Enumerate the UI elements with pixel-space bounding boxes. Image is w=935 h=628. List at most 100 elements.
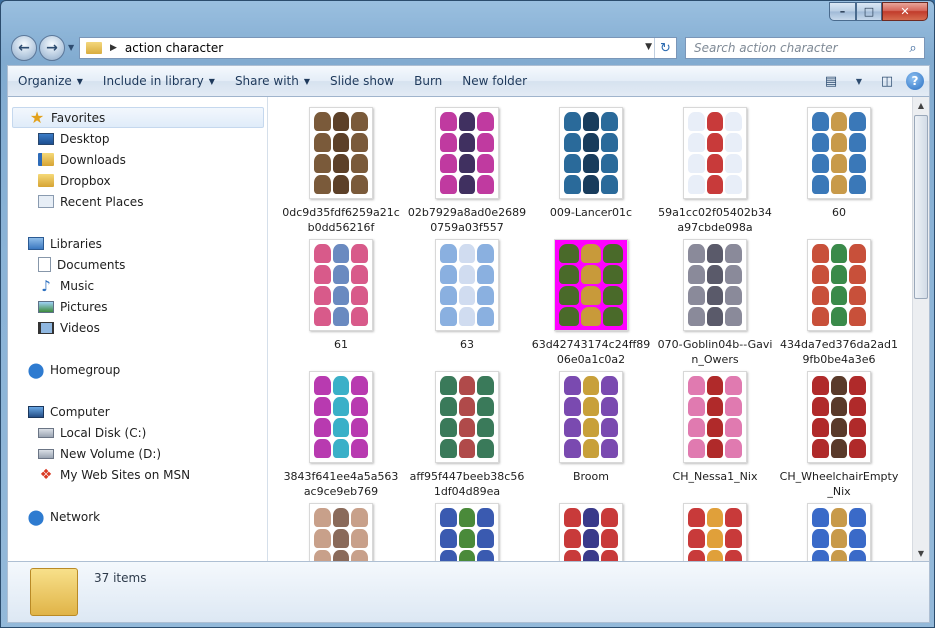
- nav-local-disk[interactable]: Local Disk (C:): [38, 422, 146, 443]
- nav-desktop[interactable]: Desktop: [38, 128, 110, 149]
- breadcrumb-separator-icon[interactable]: ▶: [110, 43, 117, 53]
- file-item[interactable]: [655, 503, 775, 561]
- sprite-figure: [582, 439, 600, 458]
- nav-new-volume[interactable]: New Volume (D:): [38, 443, 161, 464]
- sprite-figure: [351, 307, 368, 326]
- file-item[interactable]: 0dc9d35fdf6259a21cb0dd56216f: [281, 107, 401, 235]
- file-item[interactable]: Broom: [531, 371, 651, 484]
- sprite-figure: [458, 175, 476, 194]
- share-with-menu[interactable]: Share with ▼: [225, 74, 320, 88]
- nav-recent-places[interactable]: Recent Places: [38, 191, 143, 212]
- new-folder-button[interactable]: New folder: [452, 74, 537, 88]
- recent-pages-dropdown[interactable]: ▼: [68, 43, 74, 52]
- sprite-figure: [688, 376, 705, 395]
- nav-computer[interactable]: Computer: [28, 401, 110, 422]
- sprite-figure: [477, 307, 494, 326]
- sprite-figure: [688, 112, 705, 131]
- sprite-figure: [314, 397, 331, 416]
- nav-label: Dropbox: [60, 173, 111, 188]
- sprite-figure: [458, 244, 476, 263]
- refresh-icon[interactable]: ↻: [654, 38, 676, 58]
- sprite-figure: [458, 307, 476, 326]
- search-icon[interactable]: ⌕: [902, 41, 924, 56]
- scrollbar-thumb[interactable]: [914, 115, 928, 299]
- nav-videos[interactable]: Videos: [38, 317, 100, 338]
- nav-music[interactable]: ♪ Music: [38, 275, 94, 296]
- sprite-figure: [725, 286, 742, 305]
- sprite-figure: [477, 508, 494, 527]
- file-thumbnail: [435, 371, 499, 463]
- sprite-figure: [830, 376, 848, 395]
- sprite-figure: [849, 133, 866, 152]
- forward-button[interactable]: →: [39, 35, 65, 61]
- nav-label: Desktop: [60, 131, 110, 146]
- include-in-library-menu[interactable]: Include in library ▼: [93, 74, 225, 88]
- burn-button[interactable]: Burn: [404, 74, 452, 88]
- file-item[interactable]: [779, 503, 899, 561]
- breadcrumb-current[interactable]: action character: [125, 41, 223, 55]
- file-item[interactable]: 63d42743174c24ff8906e0a1c0a2: [531, 239, 651, 367]
- file-item[interactable]: [407, 503, 527, 561]
- sprite-figure: [849, 307, 866, 326]
- slide-show-button[interactable]: Slide show: [320, 74, 404, 88]
- libraries-icon: [28, 237, 44, 250]
- nav-dropbox[interactable]: Dropbox: [38, 170, 111, 191]
- vertical-scrollbar[interactable]: ▲ ▼: [912, 97, 929, 561]
- nav-network[interactable]: ⬤ Network: [28, 506, 101, 527]
- file-item[interactable]: [281, 503, 401, 561]
- sprite-figure: [706, 376, 724, 395]
- organize-menu[interactable]: Organize ▼: [8, 74, 93, 88]
- close-button[interactable]: ✕: [882, 2, 928, 21]
- file-item[interactable]: 434da7ed376da2ad19fb0be4a3e6: [779, 239, 899, 367]
- back-button[interactable]: ←: [11, 35, 37, 61]
- nav-my-web-sites[interactable]: ❖ My Web Sites on MSN: [38, 464, 190, 485]
- sprite-figure: [332, 508, 350, 527]
- maximize-button[interactable]: □: [856, 2, 882, 21]
- nav-homegroup[interactable]: ⬤ Homegroup: [28, 359, 121, 380]
- sprite-figure: [849, 508, 866, 527]
- nav-libraries[interactable]: Libraries: [28, 233, 102, 254]
- nav-documents[interactable]: Documents: [38, 254, 125, 275]
- file-item[interactable]: CH_Nessa1_Nix: [655, 371, 775, 484]
- sprite-figure: [725, 508, 742, 527]
- sprite-figure: [725, 112, 742, 131]
- downloads-folder-icon: [38, 153, 54, 166]
- sprite-figure: [582, 529, 600, 548]
- search-input[interactable]: Search action character: [694, 41, 902, 55]
- sprite-figure: [564, 529, 581, 548]
- file-item[interactable]: aff95f447beeb38c561df04d89ea: [407, 371, 527, 499]
- nav-pictures[interactable]: Pictures: [38, 296, 108, 317]
- sprite-figure: [581, 244, 601, 263]
- help-button[interactable]: ?: [901, 70, 929, 92]
- preview-pane-icon[interactable]: ◫: [873, 70, 901, 92]
- scroll-up-icon[interactable]: ▲: [913, 97, 929, 113]
- search-box[interactable]: Search action character ⌕: [685, 37, 925, 59]
- sprite-figure: [564, 550, 581, 561]
- scroll-down-icon[interactable]: ▼: [913, 545, 929, 561]
- file-item[interactable]: 02b7929a8ad0e26890759a03f557: [407, 107, 527, 235]
- nav-favorites[interactable]: ★ Favorites: [12, 107, 264, 128]
- address-bar[interactable]: ▶ action character ▼ ↻: [79, 37, 677, 59]
- sprite-figure: [332, 397, 350, 416]
- address-dropdown-icon[interactable]: ▼: [645, 42, 652, 52]
- sprite-figure: [849, 439, 866, 458]
- file-item[interactable]: 63: [407, 239, 527, 352]
- file-name: 0dc9d35fdf6259a21cb0dd56216f: [282, 206, 400, 234]
- nav-downloads[interactable]: Downloads: [38, 149, 126, 170]
- file-item[interactable]: 3843f641ee4a5a563ac9ce9eb769: [281, 371, 401, 499]
- file-item[interactable]: 60: [779, 107, 899, 220]
- view-options-dropdown-icon[interactable]: ▼: [845, 70, 873, 92]
- change-view-icon[interactable]: ▤: [817, 70, 845, 92]
- file-item[interactable]: 59a1cc02f05402b34a97cbde098a: [655, 107, 775, 235]
- sprite-figure: [601, 508, 618, 527]
- sprite-figure: [812, 175, 829, 194]
- minimize-button[interactable]: –: [829, 2, 856, 21]
- file-item[interactable]: [531, 503, 651, 561]
- file-item[interactable]: CH_WheelchairEmpty_Nix: [779, 371, 899, 499]
- sprite-figure: [812, 529, 829, 548]
- file-item[interactable]: 009-Lancer01c: [531, 107, 651, 220]
- sprite-figure: [351, 244, 368, 263]
- file-item[interactable]: 61: [281, 239, 401, 352]
- sprite-figure: [830, 307, 848, 326]
- file-item[interactable]: 070-Goblin04b--Gavin_Owers: [655, 239, 775, 367]
